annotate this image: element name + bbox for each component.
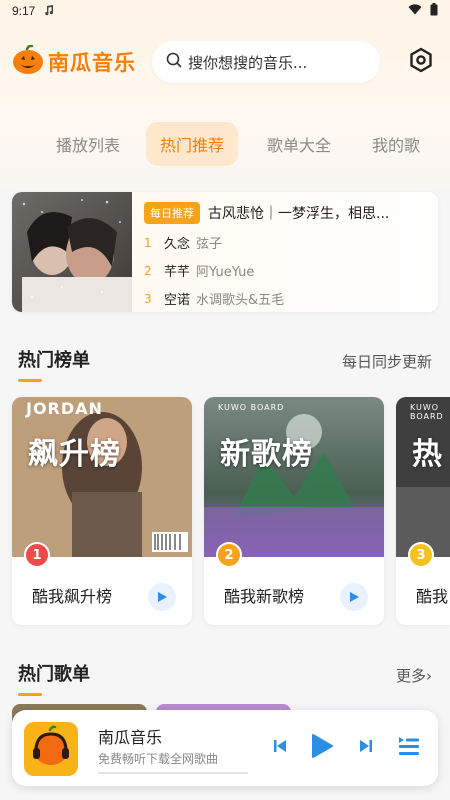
chart-name: 酷我 bbox=[416, 587, 449, 606]
daily-badge: 每日推荐 bbox=[144, 202, 200, 224]
tab-hot-recommend[interactable]: 热门推荐 bbox=[146, 122, 239, 166]
music-note-icon bbox=[43, 4, 55, 19]
cover-brand: JORDAN bbox=[26, 399, 103, 418]
daily-recommend-card[interactable]: 每日推荐 古风悲怆｜一梦浮生，相思... 1 久念 弦子 2 芊芊 阿YueYu… bbox=[12, 192, 438, 312]
mini-player[interactable]: 南瓜音乐 免费畅听下载全网歌曲 bbox=[12, 710, 438, 786]
chart-cover: KUWO BOARD 新歌榜 bbox=[204, 397, 384, 557]
pumpkin-icon bbox=[12, 44, 44, 79]
chart-cover: JORDAN 飙升榜 bbox=[12, 397, 192, 557]
play-icon bbox=[156, 588, 168, 607]
cover-brand: KUWO BOARD bbox=[410, 403, 444, 421]
chart-name: 酷我新歌榜 bbox=[224, 587, 305, 606]
rank-badge: 3 bbox=[408, 542, 434, 568]
tab-playlist-collection[interactable]: 歌单大全 bbox=[253, 122, 345, 166]
playlist-icon bbox=[397, 734, 421, 762]
song-artist: 弦子 bbox=[196, 237, 223, 252]
song-name: 空诺 bbox=[164, 293, 191, 308]
song-rank: 3 bbox=[144, 291, 152, 306]
section-title: 热门歌单 bbox=[18, 660, 90, 696]
player-cover bbox=[24, 722, 78, 776]
previous-button[interactable] bbox=[270, 738, 290, 758]
rank-badge: 1 bbox=[24, 542, 50, 568]
play-icon bbox=[310, 733, 334, 763]
tab-playlist[interactable]: 播放列表 bbox=[42, 122, 134, 166]
skip-next-icon bbox=[358, 738, 374, 758]
chart-card-hot[interactable]: KUWO BOARD 热 3 酷我 bbox=[396, 397, 450, 625]
daily-title: 古风悲怆｜一梦浮生，相思... bbox=[208, 206, 390, 222]
cover-title: 新歌榜 bbox=[220, 437, 313, 472]
daily-recommend-body: 每日推荐 古风悲怆｜一梦浮生，相思... 1 久念 弦子 2 芊芊 阿YueYu… bbox=[132, 192, 438, 312]
battery-icon bbox=[430, 3, 438, 19]
play-icon bbox=[348, 588, 360, 607]
play-button[interactable] bbox=[340, 583, 368, 611]
cover-title: 热 bbox=[412, 437, 443, 472]
cover-brand: KUWO BOARD bbox=[218, 403, 285, 412]
play-button[interactable] bbox=[308, 734, 336, 762]
app-name: 南瓜音乐 bbox=[48, 51, 136, 75]
settings-button[interactable] bbox=[406, 47, 436, 77]
status-bar: 9:17 bbox=[0, 0, 450, 22]
song-rank: 2 bbox=[144, 263, 152, 278]
cover-title: 飙升榜 bbox=[28, 437, 121, 472]
player-progress-bar[interactable] bbox=[98, 772, 248, 774]
song-name: 久念 bbox=[164, 237, 191, 252]
next-button[interactable] bbox=[356, 738, 376, 758]
chart-card-soaring[interactable]: JORDAN 飙升榜 1 酷我飙升榜 bbox=[12, 397, 192, 625]
search-icon bbox=[166, 52, 182, 72]
song-rank: 1 bbox=[144, 235, 152, 250]
chart-name: 酷我飙升榜 bbox=[32, 587, 113, 606]
hot-charts-header: 热门榜单 每日同步更新 bbox=[18, 346, 432, 382]
search-placeholder: 搜你想搜的音乐... bbox=[188, 53, 308, 72]
song-name: 芊芊 bbox=[164, 265, 191, 280]
more-link[interactable]: 更多› bbox=[396, 665, 432, 686]
daily-song-row[interactable]: 1 久念 弦子 bbox=[144, 233, 426, 253]
chart-cover: KUWO BOARD 热 bbox=[396, 397, 450, 557]
daily-song-row[interactable]: 3 空诺 水调歌头&五毛 bbox=[144, 289, 426, 309]
skip-previous-icon bbox=[272, 738, 288, 758]
player-subtitle: 免费畅听下载全网歌曲 bbox=[98, 752, 219, 766]
hot-playlists-header: 热门歌单 更多› bbox=[18, 660, 432, 696]
song-artist: 阿YueYue bbox=[196, 265, 255, 280]
app-header: 南瓜音乐 搜你想搜的音乐... bbox=[12, 40, 438, 84]
player-title: 南瓜音乐 bbox=[98, 728, 163, 747]
tab-my-songs[interactable]: 我的歌 bbox=[358, 122, 434, 166]
daily-cover-image bbox=[12, 192, 132, 312]
app-logo: 南瓜音乐 bbox=[12, 44, 136, 79]
wifi-icon bbox=[408, 4, 422, 18]
song-artist: 水调歌头&五毛 bbox=[196, 293, 285, 308]
rank-badge: 2 bbox=[216, 542, 242, 568]
section-subtitle: 每日同步更新 bbox=[341, 353, 432, 371]
pumpkin-headphones-icon bbox=[29, 725, 73, 773]
play-button[interactable] bbox=[148, 583, 176, 611]
daily-song-row[interactable]: 2 芊芊 阿YueYue bbox=[144, 261, 426, 281]
chart-card-new-songs[interactable]: KUWO BOARD 新歌榜 2 酷我新歌榜 bbox=[204, 397, 384, 625]
tab-bar: 播放列表 热门推荐 歌单大全 我的歌 bbox=[0, 122, 450, 166]
section-title: 热门榜单 bbox=[18, 346, 90, 382]
search-input[interactable]: 搜你想搜的音乐... bbox=[152, 41, 380, 83]
gear-icon bbox=[408, 47, 434, 77]
status-time: 9:17 bbox=[12, 4, 36, 18]
playlist-button[interactable] bbox=[396, 734, 422, 762]
